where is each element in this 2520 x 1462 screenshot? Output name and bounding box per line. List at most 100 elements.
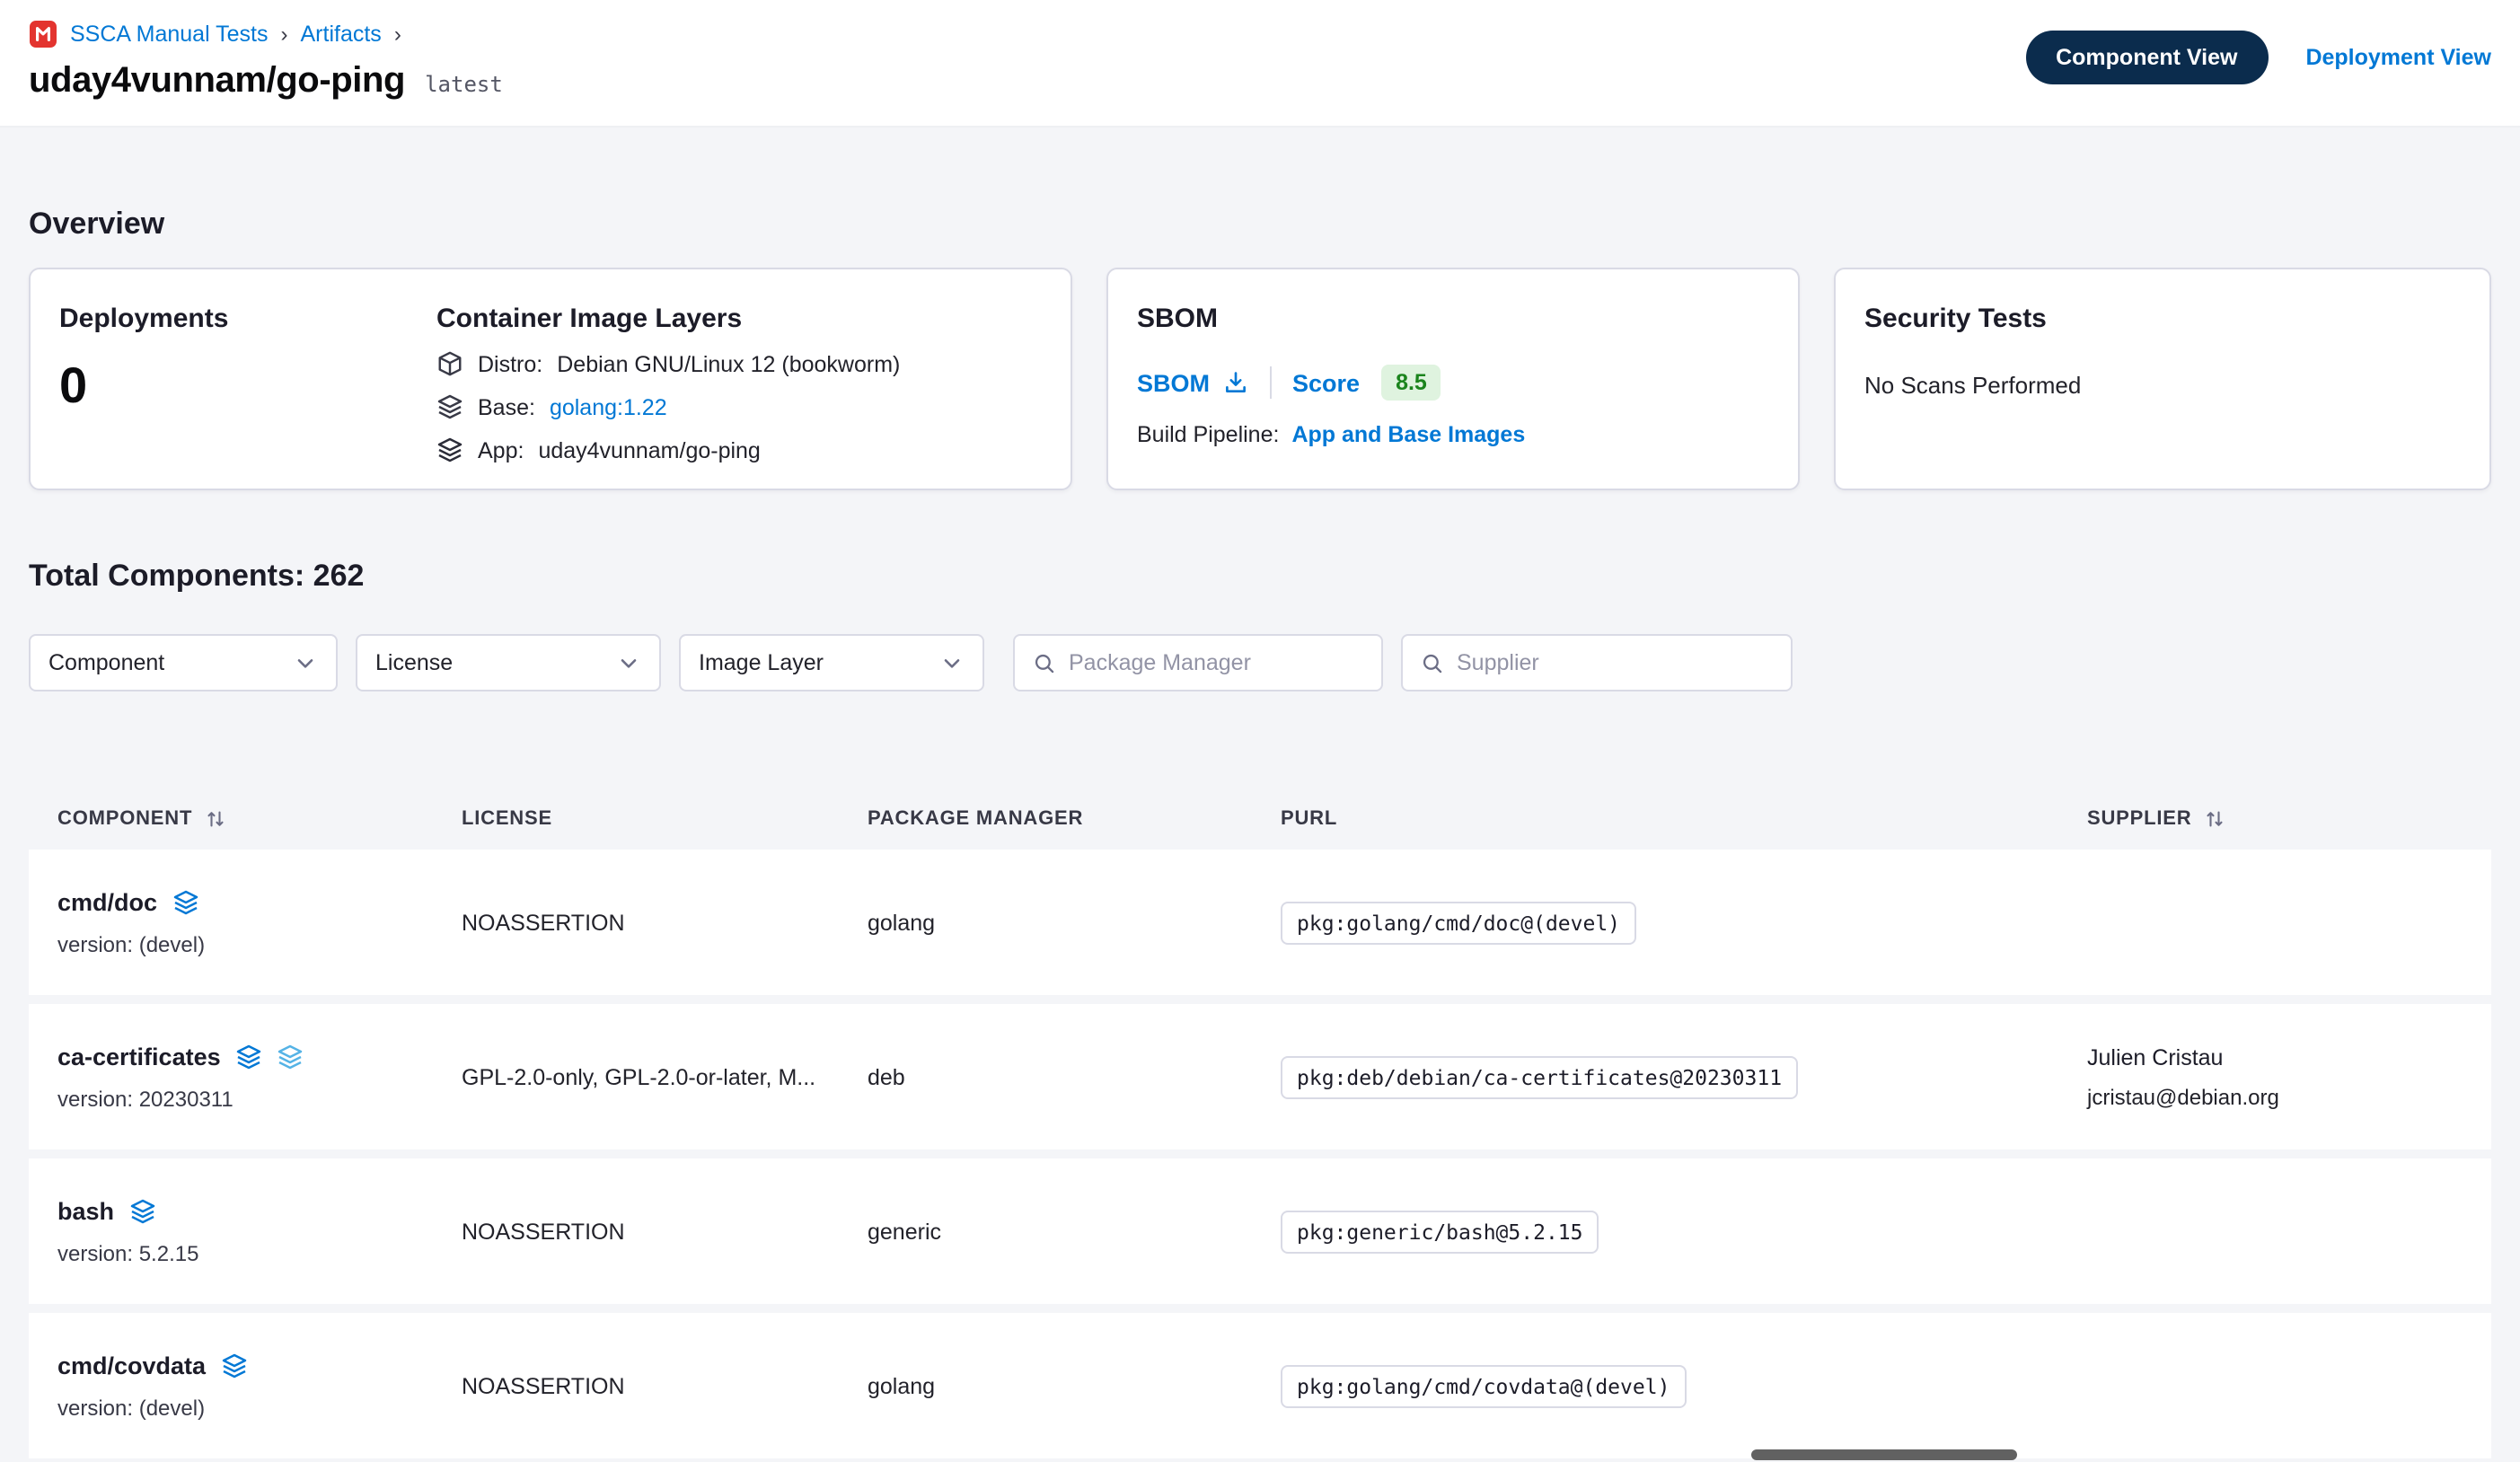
view-toggle: Component View Deployment View bbox=[2025, 31, 2491, 84]
total-components-heading: Total Components: 262 bbox=[29, 559, 2491, 594]
component-cell: cmd/covdata version: (devel) bbox=[57, 1352, 462, 1420]
layer-value: Debian GNU/Linux 12 (bookworm) bbox=[557, 351, 900, 376]
column-header-label: PACKAGE MANAGER bbox=[868, 808, 1083, 830]
license-cell: GPL-2.0-only, GPL-2.0-or-later, M... bbox=[462, 1064, 868, 1089]
image-layer-filter-value: Image Layer bbox=[699, 650, 824, 675]
purl-chip[interactable]: pkg:golang/cmd/covdata@(devel) bbox=[1281, 1364, 1686, 1407]
layer-item-app: App: uday4vunnam/go-ping bbox=[436, 436, 1042, 463]
sbom-card: SBOM SBOM Score 8.5 Build Pipeline: App … bbox=[1106, 268, 1800, 490]
component-view-button[interactable]: Component View bbox=[2025, 31, 2268, 84]
table-row[interactable]: cmd/covdata version: (devel) NOASSERTION… bbox=[29, 1313, 2491, 1458]
page-title: uday4vunnam/go-ping bbox=[29, 61, 405, 102]
deployments-count: 0 bbox=[59, 357, 436, 415]
component-name: cmd/doc bbox=[57, 888, 157, 915]
layer-item-base: Base: golang:1.22 bbox=[436, 393, 1042, 420]
package-manager-cell: golang bbox=[868, 1373, 1281, 1398]
component-version: version: (devel) bbox=[57, 931, 462, 956]
component-cell: cmd/doc version: (devel) bbox=[57, 888, 462, 956]
image-layer-filter-select[interactable]: Image Layer bbox=[679, 634, 984, 691]
purl-chip[interactable]: pkg:golang/cmd/doc@(devel) bbox=[1281, 901, 1636, 944]
layer-value: uday4vunnam/go-ping bbox=[538, 437, 760, 462]
layers-icon bbox=[436, 436, 463, 463]
cube-icon bbox=[436, 350, 463, 377]
component-version: version: (devel) bbox=[57, 1395, 462, 1420]
supplier-cell bbox=[2087, 915, 2463, 929]
breadcrumb-link-project[interactable]: SSCA Manual Tests bbox=[70, 22, 269, 47]
base-image-link[interactable]: golang:1.22 bbox=[550, 394, 667, 419]
sbom-title: SBOM bbox=[1137, 304, 1769, 334]
license-filter-select[interactable]: License bbox=[356, 634, 661, 691]
breadcrumb-separator: › bbox=[394, 22, 401, 47]
package-manager-cell: generic bbox=[868, 1219, 1281, 1244]
component-name: cmd/covdata bbox=[57, 1352, 206, 1378]
supplier-email: jcristau@debian.org bbox=[2087, 1084, 2463, 1109]
layers-icon bbox=[220, 1352, 247, 1378]
layers-icon bbox=[172, 888, 198, 915]
horizontal-scrollbar-thumb[interactable] bbox=[1751, 1449, 2017, 1460]
build-pipeline-row: Build Pipeline: App and Base Images bbox=[1137, 422, 1769, 447]
purl-cell: pkg:golang/cmd/doc@(devel) bbox=[1281, 901, 2087, 944]
license-filter-value: License bbox=[375, 650, 453, 675]
layer-label: Base: bbox=[478, 394, 535, 419]
column-header-label: LICENSE bbox=[462, 808, 552, 830]
layer-label: Distro: bbox=[478, 351, 542, 376]
container-layers-title: Container Image Layers bbox=[436, 304, 1042, 334]
column-header-license: LICENSE bbox=[462, 808, 868, 830]
sort-icon[interactable] bbox=[205, 808, 226, 830]
layer-item-distro: Distro: Debian GNU/Linux 12 (bookworm) bbox=[436, 350, 1042, 377]
column-header-supplier[interactable]: SUPPLIER bbox=[2087, 808, 2463, 830]
purl-cell: pkg:generic/bash@5.2.15 bbox=[1281, 1210, 2087, 1253]
component-cell: bash version: 5.2.15 bbox=[57, 1197, 462, 1265]
component-filter-value: Component bbox=[48, 650, 164, 675]
supplier-search-input[interactable] bbox=[1457, 650, 1773, 675]
breadcrumb-link-artifacts[interactable]: Artifacts bbox=[301, 22, 382, 47]
page-header: SSCA Manual Tests › Artifacts › uday4vun… bbox=[0, 0, 2520, 128]
package-manager-cell: deb bbox=[868, 1064, 1281, 1089]
supplier-cell: Julien Cristau jcristau@debian.org bbox=[2087, 1044, 2463, 1109]
column-header-component[interactable]: COMPONENT bbox=[57, 808, 462, 830]
layers-icon bbox=[128, 1197, 155, 1224]
package-manager-search bbox=[1013, 634, 1383, 691]
component-version: version: 5.2.15 bbox=[57, 1240, 462, 1265]
column-header-package-manager: PACKAGE MANAGER bbox=[868, 808, 1281, 830]
build-pipeline-label: Build Pipeline: bbox=[1137, 422, 1279, 447]
component-filter-select[interactable]: Component bbox=[29, 634, 338, 691]
sort-icon[interactable] bbox=[2204, 808, 2225, 830]
purl-cell: pkg:deb/debian/ca-certificates@20230311 bbox=[1281, 1055, 2087, 1098]
main-content: Overview Deployments 0 Container Image L… bbox=[0, 207, 2520, 1458]
table-row[interactable]: cmd/doc version: (devel) NOASSERTION gol… bbox=[29, 850, 2491, 995]
table-header-row: COMPONENT LICENSE PACKAGE MANAGER PURL S… bbox=[29, 788, 2491, 850]
artifact-tag: latest bbox=[425, 72, 503, 97]
score-label: Score bbox=[1292, 369, 1360, 396]
license-cell: NOASSERTION bbox=[462, 1219, 868, 1244]
components-table: COMPONENT LICENSE PACKAGE MANAGER PURL S… bbox=[29, 788, 2491, 1458]
filters-bar: Component License Image Layer bbox=[29, 634, 2491, 691]
component-name: ca-certificates bbox=[57, 1043, 221, 1070]
component-name: bash bbox=[57, 1197, 114, 1224]
overview-heading: Overview bbox=[29, 207, 2491, 242]
license-cell: NOASSERTION bbox=[462, 910, 868, 935]
search-icon bbox=[1033, 651, 1056, 674]
search-icon bbox=[1421, 651, 1444, 674]
purl-chip[interactable]: pkg:deb/debian/ca-certificates@20230311 bbox=[1281, 1055, 1798, 1098]
table-row[interactable]: ca-certificates version: 20230311 GPL-2.… bbox=[29, 1004, 2491, 1149]
overview-cards: Deployments 0 Container Image Layers Dis… bbox=[29, 268, 2491, 490]
sbom-download-link[interactable]: SBOM bbox=[1137, 369, 1247, 396]
harness-logo bbox=[29, 20, 57, 48]
build-pipeline-link[interactable]: App and Base Images bbox=[1291, 422, 1525, 447]
package-manager-search-input[interactable] bbox=[1069, 650, 1363, 675]
layers-icon bbox=[235, 1043, 262, 1070]
layers-icon bbox=[277, 1043, 304, 1070]
sbom-link-label: SBOM bbox=[1137, 369, 1210, 396]
purl-chip[interactable]: pkg:generic/bash@5.2.15 bbox=[1281, 1210, 1599, 1253]
vertical-divider bbox=[1269, 366, 1271, 399]
license-cell: NOASSERTION bbox=[462, 1373, 868, 1398]
column-header-label: COMPONENT bbox=[57, 808, 192, 830]
table-row[interactable]: bash version: 5.2.15 NOASSERTION generic… bbox=[29, 1158, 2491, 1304]
security-tests-title: Security Tests bbox=[1864, 304, 2461, 334]
deployment-view-link[interactable]: Deployment View bbox=[2305, 45, 2491, 70]
column-header-label: PURL bbox=[1281, 808, 1337, 830]
sbom-row: SBOM Score 8.5 bbox=[1137, 365, 1769, 401]
container-layers-block: Container Image Layers Distro: Debian GN… bbox=[436, 304, 1042, 454]
sbom-score-badge: 8.5 bbox=[1381, 365, 1441, 401]
